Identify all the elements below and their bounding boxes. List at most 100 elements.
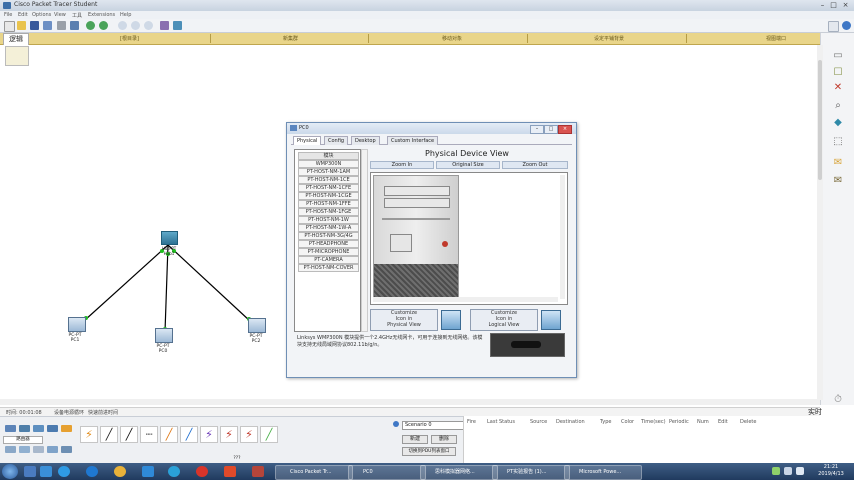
- module-item[interactable]: PT-HOST-NM-1FFE: [298, 200, 359, 208]
- help-icon[interactable]: [842, 21, 851, 30]
- taskbar-powerpoint[interactable]: Microsoft Powe...: [564, 465, 642, 480]
- wireless-category-icon[interactable]: [47, 425, 58, 432]
- tab-desktop[interactable]: Desktop: [351, 136, 380, 145]
- menu-extensions[interactable]: Extensions: [88, 12, 115, 18]
- serial-dte-cable-icon[interactable]: ⚡: [240, 426, 258, 443]
- netease-music-icon[interactable]: [196, 466, 208, 477]
- start-button[interactable]: [2, 464, 18, 479]
- custom-made-category-icon[interactable]: [47, 446, 58, 453]
- resize-shape-icon[interactable]: ◆: [831, 117, 845, 129]
- close-button[interactable]: ×: [841, 1, 850, 9]
- inspect-icon[interactable]: ☐: [831, 67, 845, 79]
- ie-icon[interactable]: [86, 466, 98, 477]
- tab-physical[interactable]: Physical: [293, 136, 322, 145]
- menu-tools[interactable]: 工具: [72, 12, 82, 19]
- qq-icon[interactable]: [168, 466, 180, 477]
- volume-icon[interactable]: [796, 467, 804, 475]
- undo-icon[interactable]: [86, 21, 95, 30]
- module-item[interactable]: PT-HOST-NM-COVER: [298, 264, 359, 272]
- hubs-category-icon[interactable]: [33, 425, 44, 432]
- zoom-out-icon[interactable]: [144, 21, 153, 30]
- viewport-button[interactable]: 视图端口: [766, 35, 786, 42]
- save-as-icon[interactable]: [43, 21, 52, 30]
- taskbar-folder[interactable]: 思科模拟器网络...: [420, 465, 498, 480]
- taskbar-pc0[interactable]: PC0: [348, 465, 426, 480]
- power-cycle-button[interactable]: 设备电源循环: [54, 409, 84, 416]
- module-item[interactable]: PT-HOST-NM-1CGE: [298, 192, 359, 200]
- print-icon[interactable]: [57, 21, 66, 30]
- straight-through-cable-icon[interactable]: ╱: [120, 426, 138, 443]
- wan-emulation-category-icon[interactable]: [33, 446, 44, 453]
- network-info-icon[interactable]: [828, 21, 839, 32]
- module-item[interactable]: PT-MICROPHONE: [298, 248, 359, 256]
- root-button[interactable]: [根目录]: [120, 35, 139, 42]
- view-vertical-scrollbar[interactable]: [560, 175, 565, 299]
- toggle-pdu-list-button[interactable]: 切换到PDU列表窗口: [402, 447, 456, 456]
- hub-icon[interactable]: [161, 231, 178, 245]
- realtime-mode-icon[interactable]: ⏱: [831, 394, 845, 406]
- module-item[interactable]: PT-HOST-NM-1FGE: [298, 208, 359, 216]
- media-icon[interactable]: [40, 466, 52, 477]
- vertical-scroll-thumb[interactable]: [818, 60, 822, 180]
- fiber-cable-icon[interactable]: ╱: [160, 426, 178, 443]
- tab-config[interactable]: Config: [324, 136, 349, 145]
- taskbar-report[interactable]: PT实验报告 (1)...: [492, 465, 570, 480]
- module-item[interactable]: PT-HOST-NM-1W-A: [298, 224, 359, 232]
- chrome-icon[interactable]: [114, 466, 126, 477]
- menu-options[interactable]: Options: [32, 12, 51, 18]
- zoom-in-button[interactable]: Zoom In: [370, 161, 434, 169]
- zoom-reset-icon[interactable]: [131, 21, 140, 30]
- activity-wizard-icon[interactable]: [70, 21, 79, 30]
- connections-category-icon[interactable]: [61, 425, 72, 432]
- power-button[interactable]: [442, 241, 448, 247]
- pc1-icon[interactable]: [68, 317, 86, 332]
- phone-cable-icon[interactable]: ╱: [180, 426, 198, 443]
- explorer-icon[interactable]: [24, 466, 36, 477]
- menu-view[interactable]: View: [54, 12, 66, 18]
- menu-help[interactable]: Help: [120, 12, 131, 18]
- palette-icon[interactable]: [160, 21, 169, 30]
- network-icon[interactable]: [784, 467, 792, 475]
- move-object-button[interactable]: 移动对象: [442, 35, 462, 42]
- open-folder-icon[interactable]: [17, 21, 26, 30]
- tray-icon[interactable]: [772, 467, 780, 475]
- routers-category-icon[interactable]: [5, 425, 16, 432]
- module-item[interactable]: PT-HOST-NM-1W: [298, 216, 359, 224]
- select-icon[interactable]: ▭: [831, 50, 845, 62]
- switches-category-icon[interactable]: [19, 425, 30, 432]
- multiuser-category-icon[interactable]: [61, 446, 72, 453]
- powerpoint-quick-icon[interactable]: [252, 466, 264, 477]
- add-simple-pdu-icon[interactable]: ✉: [831, 157, 845, 169]
- octal-cable-icon[interactable]: ╱: [260, 426, 278, 443]
- modules-scrollbar[interactable]: [361, 149, 368, 332]
- serial-dce-cable-icon[interactable]: ⚡: [220, 426, 238, 443]
- redo-icon[interactable]: [99, 21, 108, 30]
- module-item[interactable]: PT-HOST-NM-1AM: [298, 168, 359, 176]
- horizontal-scrollbar[interactable]: [0, 399, 820, 405]
- module-item[interactable]: PT-CAMERA: [298, 256, 359, 264]
- coaxial-cable-icon[interactable]: ⚡: [200, 426, 218, 443]
- end-devices-category-icon[interactable]: [5, 446, 16, 453]
- menu-edit[interactable]: Edit: [18, 12, 28, 18]
- dialog-close-button[interactable]: ×: [558, 125, 572, 134]
- module-item[interactable]: WMP300N: [298, 160, 359, 168]
- app-icon[interactable]: [142, 466, 154, 477]
- customize-logical-button[interactable]: Customize Icon in Logical View: [470, 309, 538, 331]
- pc2-icon[interactable]: [248, 318, 266, 333]
- custom-device-icon[interactable]: [173, 21, 182, 30]
- magnify-icon[interactable]: ⌕: [831, 100, 845, 112]
- set-tiled-background-button[interactable]: 设定平铺背景: [594, 35, 624, 42]
- delete-scenario-button[interactable]: 删除: [431, 435, 457, 444]
- customize-physical-button[interactable]: Customize Icon in Physical View: [370, 309, 438, 331]
- save-icon[interactable]: [30, 21, 39, 30]
- delete-icon[interactable]: ✕: [831, 82, 845, 94]
- zoom-in-icon[interactable]: [118, 21, 127, 30]
- tab-custom-interface[interactable]: Custom Interface: [387, 136, 439, 145]
- add-complex-pdu-icon[interactable]: ✉: [831, 175, 845, 187]
- module-item[interactable]: PT-HOST-NM-1CFE: [298, 184, 359, 192]
- draw-shape-icon[interactable]: ⬚: [831, 136, 845, 148]
- module-item[interactable]: PT-HOST-NM-3G/4G: [298, 232, 359, 240]
- security-category-icon[interactable]: [19, 446, 30, 453]
- original-size-button[interactable]: Original Size: [436, 161, 500, 169]
- modules-list[interactable]: 模块 WMP300N PT-HOST-NM-1AM PT-HOST-NM-1CE…: [294, 149, 361, 332]
